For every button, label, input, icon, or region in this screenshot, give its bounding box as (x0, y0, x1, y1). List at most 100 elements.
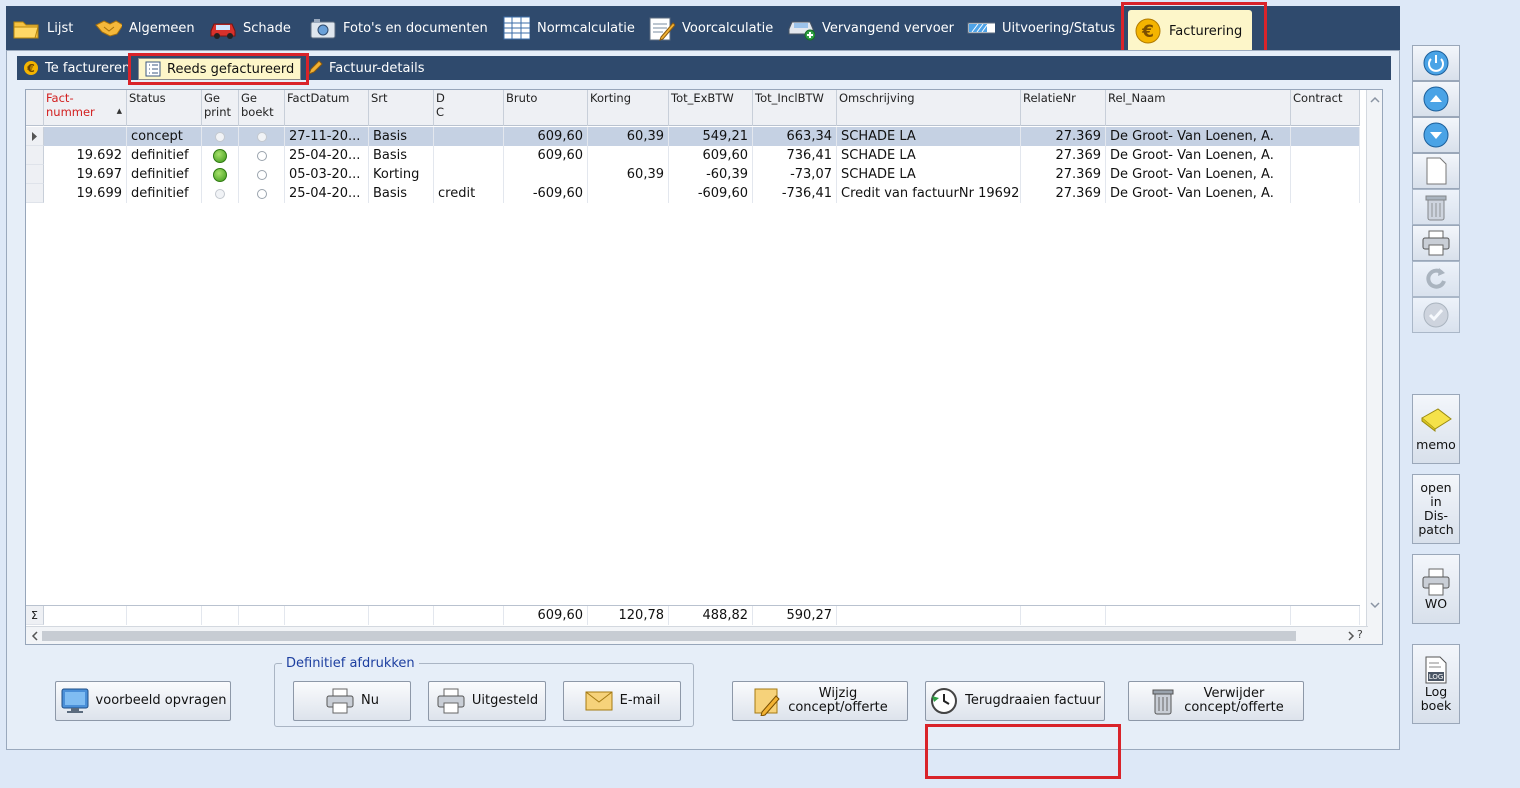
column-header-korting[interactable]: Korting (588, 90, 669, 126)
column-header-omschrijving[interactable]: Omschrijving (837, 90, 1021, 126)
cell-inclbtw[interactable]: -736,41 (753, 184, 837, 203)
cell-korting[interactable]: 60,39 (588, 127, 669, 146)
cell-contract[interactable] (1291, 184, 1360, 203)
print-later-button[interactable]: Uitgesteld (428, 681, 546, 721)
geboekt-indicator[interactable] (239, 165, 285, 184)
scroll-up-icon[interactable] (1367, 92, 1383, 106)
cell-factnr[interactable]: 19.697 (44, 165, 127, 184)
column-header-factdatum[interactable]: FactDatum (285, 90, 369, 126)
open-in-dispatch-button[interactable]: open in Dis- patch (1412, 474, 1460, 544)
preview-button[interactable]: voorbeeld opvragen (55, 681, 231, 721)
row-selector[interactable] (26, 165, 44, 184)
cell-factnr[interactable]: 19.699 (44, 184, 127, 203)
invoice-grid[interactable]: Fact-nummer ▲ Status Ge print Ge boekt FactDatu… (25, 89, 1383, 645)
move-up-button[interactable] (1412, 81, 1460, 117)
cell-factdatum[interactable]: 05-03-20... (285, 165, 369, 184)
column-header-contract[interactable]: Contract (1291, 90, 1360, 126)
edit-concept-button[interactable]: Wijzig concept/offerte (732, 681, 908, 721)
cell-contract[interactable] (1291, 146, 1360, 165)
cell-status[interactable]: definitief (127, 165, 202, 184)
cell-relatienr[interactable]: 27.369 (1021, 184, 1106, 203)
table-row[interactable]: 19.692 definitief 25-04-20... Basis 609,60 60… (26, 146, 1360, 165)
cell-exbtw[interactable]: 549,21 (669, 127, 753, 146)
cell-relnaam[interactable]: De Groot- Van Loenen, A. (1106, 165, 1291, 184)
table-row[interactable]: concept 27-11-20... Basis 609,60 60,39 549,21… (26, 127, 1360, 146)
tab-vervangend-vervoer[interactable]: Vervangend vervoer (787, 6, 954, 50)
tab-fotos-documenten[interactable]: Foto's en documenten (308, 6, 488, 50)
cell-bruto[interactable]: -609,60 (504, 184, 588, 203)
column-header-factnr[interactable]: Fact-nummer ▲ (44, 90, 127, 126)
tab-normcalculatie[interactable]: Normcalculatie (502, 6, 635, 50)
cell-dc[interactable] (434, 165, 504, 184)
geprint-indicator[interactable] (202, 127, 239, 146)
scroll-down-icon[interactable] (1367, 598, 1383, 612)
cell-relnaam[interactable]: De Groot- Van Loenen, A. (1106, 127, 1291, 146)
row-selector[interactable] (26, 146, 44, 165)
cell-omschrijving[interactable]: Credit van factuurNr 19692 (837, 184, 1021, 203)
column-header-geboekt[interactable]: Ge boekt (239, 90, 285, 126)
scroll-left-icon[interactable] (28, 628, 42, 644)
cell-exbtw[interactable]: -609,60 (669, 184, 753, 203)
cell-bruto[interactable]: 609,60 (504, 146, 588, 165)
subtab-reeds-gefactureerd[interactable]: Reeds gefactureerd (138, 58, 302, 80)
cell-status[interactable]: concept (127, 127, 202, 146)
cell-exbtw[interactable]: -60,39 (669, 165, 753, 184)
tab-voorcalculatie[interactable]: Voorcalculatie (647, 6, 773, 50)
cell-dc[interactable]: credit (434, 184, 504, 203)
wo-print-button[interactable]: WO (1412, 554, 1460, 624)
table-row[interactable]: 19.699 definitief 25-04-20... Basis credit -6… (26, 184, 1360, 203)
row-selector[interactable] (26, 184, 44, 203)
cell-korting[interactable] (588, 146, 669, 165)
horizontal-scroll-thumb[interactable] (42, 631, 1296, 641)
column-header-relatienr[interactable]: RelatieNr (1021, 90, 1106, 126)
column-header-srt[interactable]: Srt (369, 90, 434, 126)
delete-button[interactable] (1412, 189, 1460, 225)
print-now-button[interactable]: Nu (293, 681, 411, 721)
cell-factdatum[interactable]: 25-04-20... (285, 146, 369, 165)
cell-status[interactable]: definitief (127, 184, 202, 203)
cell-srt[interactable]: Basis (369, 127, 434, 146)
row-selector[interactable] (26, 127, 44, 146)
scroll-right-icon[interactable] (1344, 628, 1358, 644)
cell-srt[interactable]: Korting (369, 165, 434, 184)
cell-factdatum[interactable]: 25-04-20... (285, 184, 369, 203)
cell-korting[interactable] (588, 184, 669, 203)
cell-relnaam[interactable]: De Groot- Van Loenen, A. (1106, 184, 1291, 203)
email-button[interactable]: E-mail (563, 681, 681, 721)
vertical-scrollbar[interactable] (1366, 90, 1383, 644)
memo-button[interactable]: memo (1412, 394, 1460, 464)
move-down-button[interactable] (1412, 117, 1460, 153)
geboekt-indicator[interactable] (239, 127, 285, 146)
power-button[interactable] (1412, 45, 1460, 81)
cell-bruto[interactable] (504, 165, 588, 184)
cell-inclbtw[interactable]: -73,07 (753, 165, 837, 184)
cell-contract[interactable] (1291, 165, 1360, 184)
column-header-status[interactable]: Status (127, 90, 202, 126)
tab-uitvoering-status[interactable]: Uitvoering/Status (967, 6, 1115, 50)
column-header-inclbtw[interactable]: Tot_InclBTW (753, 90, 837, 126)
new-document-button[interactable] (1412, 153, 1460, 189)
column-header-exbtw[interactable]: Tot_ExBTW (669, 90, 753, 126)
cell-inclbtw[interactable]: 736,41 (753, 146, 837, 165)
cell-factnr[interactable]: 19.692 (44, 146, 127, 165)
horizontal-scrollbar[interactable]: ? (26, 626, 1368, 644)
cell-korting[interactable]: 60,39 (588, 165, 669, 184)
tab-schade[interactable]: Schade (208, 6, 291, 50)
column-header-geprint[interactable]: Ge print (202, 90, 239, 126)
cell-relatienr[interactable]: 27.369 (1021, 127, 1106, 146)
table-row[interactable]: 19.697 definitief 05-03-20... Korting 60,39-… (26, 165, 1360, 184)
revert-invoice-button[interactable]: Terugdraaien factuur (925, 681, 1105, 721)
tab-lijst[interactable]: Lijst (12, 6, 73, 50)
cell-contract[interactable] (1291, 127, 1360, 146)
cell-omschrijving[interactable]: SCHADE LA (837, 165, 1021, 184)
column-header-relnaam[interactable]: Rel_Naam (1106, 90, 1291, 126)
cell-inclbtw[interactable]: 663,34 (753, 127, 837, 146)
cell-status[interactable]: definitief (127, 146, 202, 165)
print-button[interactable] (1412, 225, 1460, 261)
column-header-bruto[interactable]: Bruto (504, 90, 588, 126)
cell-factnr[interactable] (44, 127, 127, 146)
geprint-indicator[interactable] (202, 165, 239, 184)
cell-relnaam[interactable]: De Groot- Van Loenen, A. (1106, 146, 1291, 165)
refresh-button[interactable] (1412, 261, 1460, 297)
subtab-factuur-details[interactable]: Factuur-details (307, 56, 425, 80)
